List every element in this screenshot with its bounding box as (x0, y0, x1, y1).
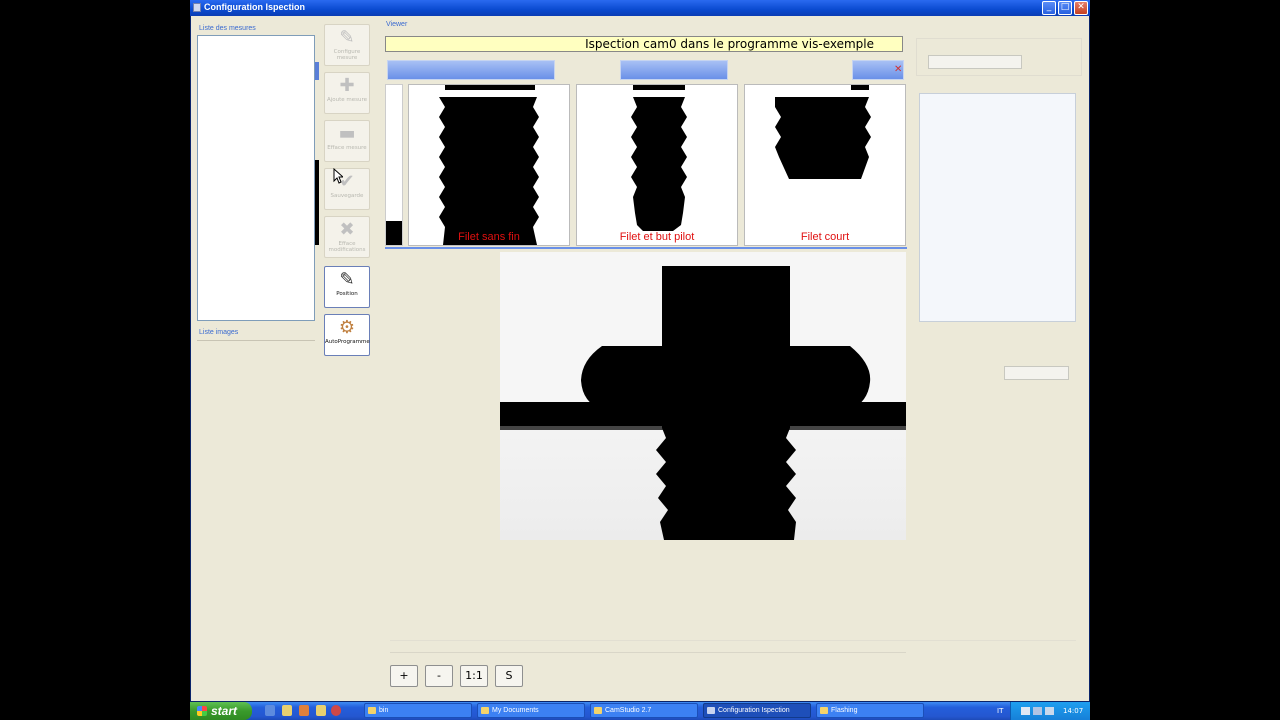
folder-icon (368, 707, 376, 714)
thumbnail-filet-sans-fin[interactable]: Filet sans fin (408, 84, 570, 246)
right-panel-small-field[interactable] (1004, 366, 1069, 380)
explorer-icon[interactable] (282, 705, 292, 716)
thumbnail-caption: Filet court (800, 231, 850, 243)
divider (197, 340, 315, 341)
plus-icon: ✚ (339, 75, 355, 96)
folder-icon (820, 707, 828, 714)
screw-pilot-image (631, 85, 687, 231)
window-title: Configuration Ispection (204, 2, 305, 12)
thumbnail-partial (385, 84, 403, 246)
close-thumb-icon[interactable]: ✕ (894, 64, 902, 75)
window-icon (707, 707, 715, 714)
thumbnail-tab-1[interactable] (387, 60, 555, 80)
title-bar[interactable]: Configuration Ispection _ □ ✕ (190, 0, 1090, 16)
zoom-out-button[interactable]: - (425, 665, 453, 687)
right-panel-field[interactable] (928, 55, 1022, 69)
minus-icon: ▬ (338, 123, 356, 144)
task-flashing[interactable]: Flashing (816, 703, 924, 718)
position-button[interactable]: ✎ Position (324, 266, 370, 308)
screw-thread-image (439, 85, 539, 245)
thumbnail-tab-2[interactable] (620, 60, 728, 80)
app-icon (193, 3, 201, 12)
thumbnail-caption: Filet et but pilot (619, 231, 695, 243)
images-list-label: Liste images (199, 329, 239, 336)
thumbnail-strip-border (385, 247, 907, 249)
firefox-icon[interactable] (299, 705, 309, 716)
maximize-button[interactable]: □ (1058, 1, 1072, 15)
measures-list[interactable] (197, 35, 315, 321)
splitter-marker (315, 62, 319, 80)
show-desktop-icon[interactable] (265, 705, 275, 716)
tray-icon-1[interactable] (1021, 707, 1030, 715)
folder-icon[interactable] (316, 705, 326, 716)
folder-icon (481, 707, 489, 714)
short-screw-image (775, 85, 871, 179)
zoom-in-button[interactable]: + (390, 665, 418, 687)
configure-measure-button[interactable]: ✎ Configure mesure (324, 24, 370, 66)
delete-measure-button[interactable]: ▬ Efface mesure (324, 120, 370, 162)
cancel-modifications-button[interactable]: ✖ Efface modifications (324, 216, 370, 258)
save-button[interactable]: ✔ Sauvegarde (324, 168, 370, 210)
inspection-banner: Ispection cam0 dans le programme vis-exe… (385, 36, 903, 52)
measures-list-label: Liste des mesures (199, 25, 256, 32)
system-tray: IT 14:07 (997, 702, 1090, 720)
autoprogramme-button[interactable]: ⚙ AutoProgramme (324, 314, 370, 356)
tray-icon-2[interactable] (1033, 707, 1042, 715)
task-configuration-ispection[interactable]: Configuration Ispection (703, 703, 811, 718)
x-icon: ✖ (339, 219, 355, 240)
minimize-button[interactable]: _ (1042, 1, 1056, 15)
thumbnail-filet-et-but-pilot[interactable]: Filet et but pilot (576, 84, 738, 246)
thumbnail-filet-court[interactable]: Filet court (744, 84, 906, 246)
horizontal-scrollbar[interactable] (390, 640, 1076, 648)
close-button[interactable]: ✕ (1074, 1, 1088, 15)
task-bin[interactable]: bin (364, 703, 472, 718)
main-inspection-image[interactable] (500, 252, 906, 540)
divider (390, 652, 906, 653)
task-my-documents[interactable]: My Documents (477, 703, 585, 718)
tray-icon-3[interactable] (1045, 707, 1054, 715)
thumbnail-caption: Filet sans fin (458, 231, 520, 243)
pen-ruler-icon: ✎ (339, 269, 355, 290)
add-measure-button[interactable]: ✚ Ajoute mesure (324, 72, 370, 114)
viewer-label: Viewer (386, 21, 408, 28)
splitter-dark-strip (315, 160, 319, 245)
right-panel-list[interactable] (919, 93, 1076, 322)
task-camstudio[interactable]: CamStudio 2.7 (590, 703, 698, 718)
clock: 14:07 (1063, 707, 1084, 715)
pen-ruler-icon: ✎ (339, 27, 355, 48)
mouse-cursor-icon (333, 168, 343, 184)
language-indicator[interactable]: IT (997, 707, 1003, 715)
start-button[interactable]: start (190, 702, 252, 720)
screw-silhouette-image (500, 252, 906, 540)
camstudio-icon (594, 707, 602, 714)
gear-icon: ⚙ (338, 317, 356, 338)
s-button[interactable]: S (495, 665, 523, 687)
windows-logo-icon (197, 706, 207, 716)
zoom-1-1-button[interactable]: 1:1 (460, 665, 488, 687)
opera-icon[interactable] (331, 705, 341, 716)
